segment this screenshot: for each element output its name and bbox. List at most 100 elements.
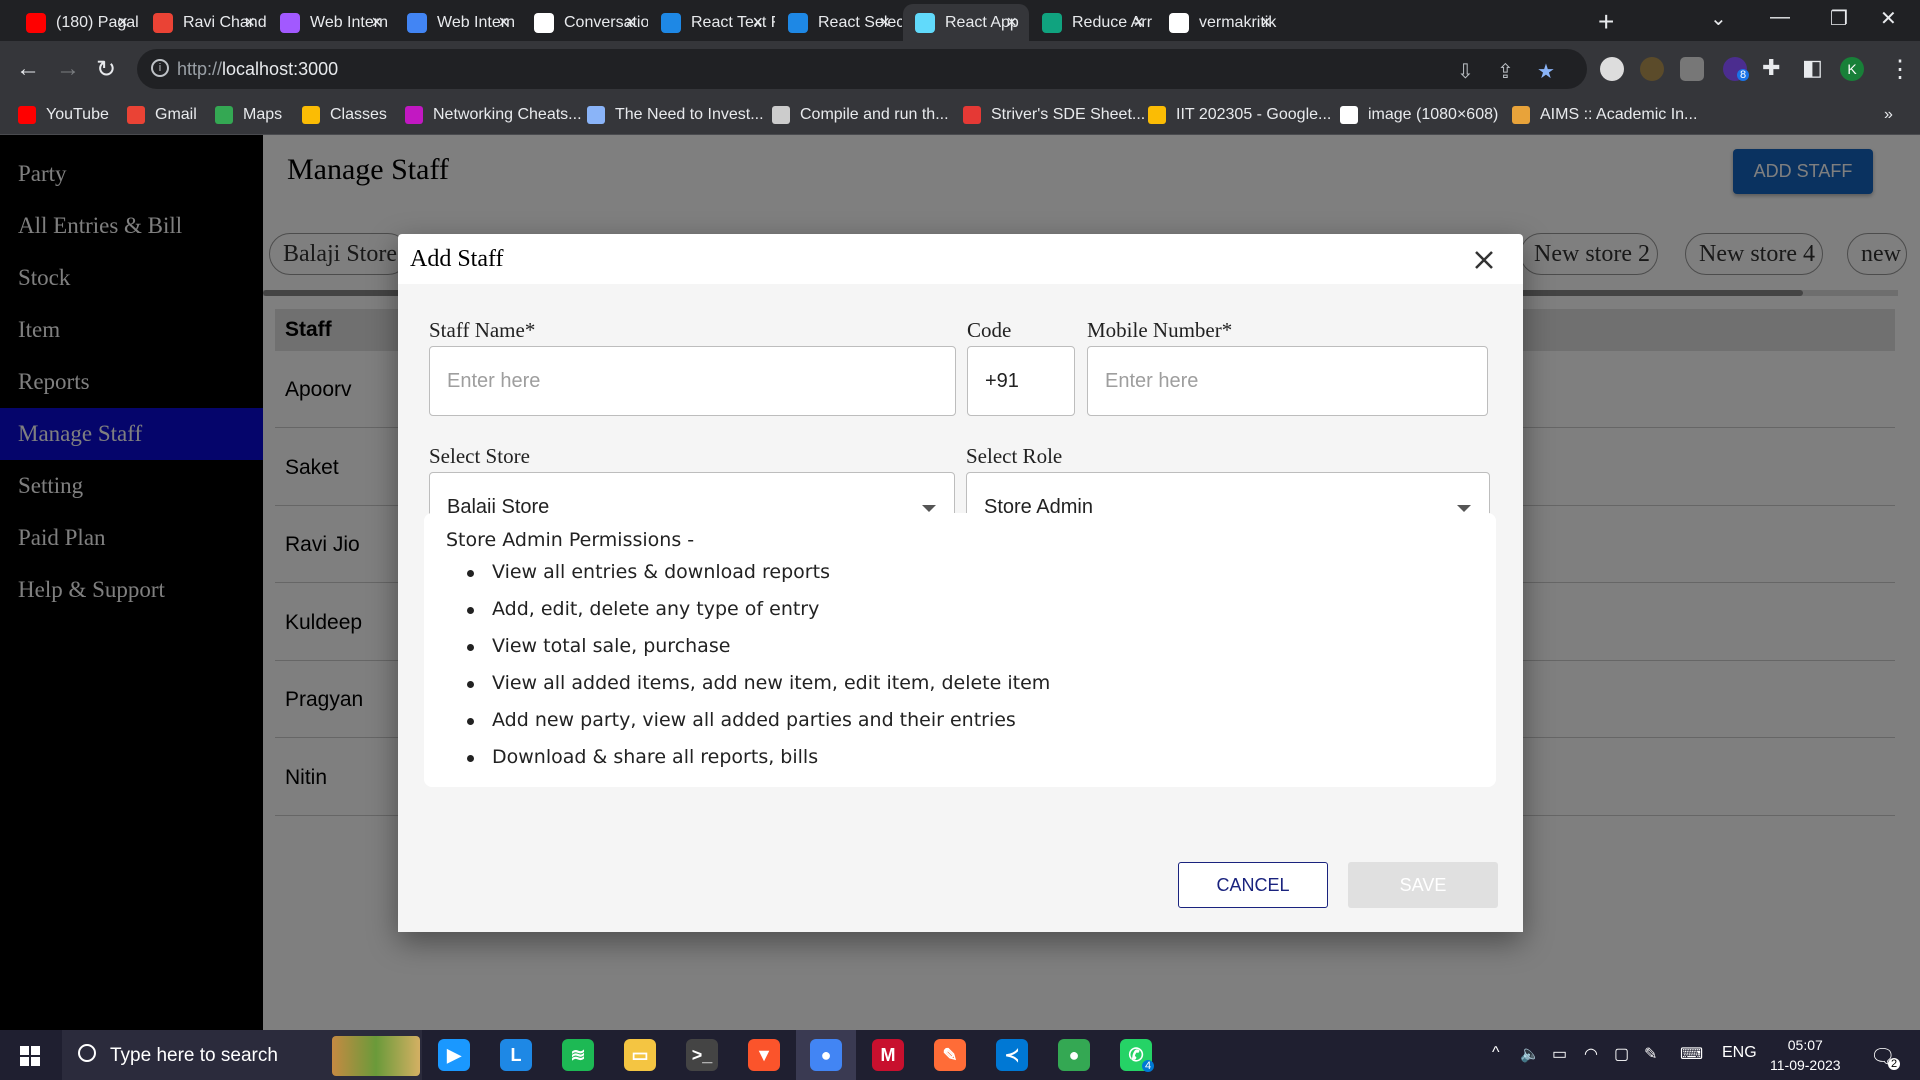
file-explorer-icon[interactable]: ▭ bbox=[624, 1039, 656, 1071]
bullet-icon bbox=[467, 607, 474, 614]
bookmark-item[interactable]: Gmail bbox=[127, 106, 197, 124]
cancel-button[interactable]: CANCEL bbox=[1178, 862, 1328, 908]
browser-tab[interactable]: (180) Pagal × bbox=[14, 4, 140, 41]
battery-icon[interactable]: ▭ bbox=[1552, 1044, 1567, 1064]
select-role-label: Select Role bbox=[966, 444, 1063, 468]
clock-time: 05:07 bbox=[1787, 1037, 1823, 1053]
volume-icon[interactable]: 🔈 bbox=[1520, 1044, 1540, 1064]
extension-icon[interactable] bbox=[1600, 57, 1624, 81]
address-bar[interactable]: i http://localhost:3000 ⇩ ⇪ ★ bbox=[137, 49, 1587, 89]
bookmark-item[interactable]: IIT 202305 - Google... bbox=[1148, 106, 1331, 124]
close-icon[interactable]: × bbox=[879, 13, 890, 31]
close-icon[interactable]: × bbox=[1133, 13, 1144, 31]
extensions-puzzle-icon[interactable]: ✚ bbox=[1762, 55, 1780, 81]
browser-tab[interactable]: Ravi Chand × bbox=[141, 4, 267, 41]
back-icon[interactable]: ← bbox=[16, 55, 40, 83]
bookmark-item[interactable]: The Need to Invest... bbox=[587, 106, 764, 124]
close-icon[interactable]: × bbox=[371, 13, 382, 31]
google-docs-icon bbox=[407, 12, 427, 33]
bookmark-item[interactable]: image (1080×608) bbox=[1340, 106, 1498, 124]
bookmark-item[interactable]: Networking Cheats... bbox=[405, 106, 582, 124]
browser-tab[interactable]: React Selec × bbox=[776, 4, 902, 41]
browser-tab-bar: (180) Pagal × Ravi Chand × Web Intern × Web In… bbox=[0, 0, 1920, 41]
vscode-icon[interactable]: ≺ bbox=[996, 1039, 1028, 1071]
bookmark-star-icon[interactable]: ★ bbox=[1537, 59, 1555, 84]
share-icon[interactable]: ⇪ bbox=[1497, 59, 1514, 84]
bullet-icon bbox=[467, 570, 474, 577]
pen-icon[interactable]: ✎ bbox=[1644, 1044, 1657, 1064]
mobile-number-input[interactable]: Enter here bbox=[1087, 346, 1488, 416]
bookmark-label: Gmail bbox=[155, 106, 197, 123]
bookmark-item[interactable]: Maps bbox=[215, 106, 282, 124]
bookmark-favicon-icon bbox=[127, 106, 145, 124]
chevron-down-icon bbox=[1457, 505, 1471, 512]
windows-start-icon[interactable] bbox=[20, 1046, 40, 1066]
profile-avatar[interactable]: K bbox=[1840, 57, 1864, 81]
bookmark-item[interactable]: AIMS :: Academic In... bbox=[1512, 106, 1697, 124]
bookmark-item[interactable]: Classes bbox=[302, 106, 387, 124]
notification-badge: 2 bbox=[1888, 1058, 1901, 1070]
extension-icon[interactable] bbox=[1640, 57, 1664, 81]
site-info-icon[interactable]: i bbox=[151, 59, 169, 77]
browser-tab[interactable]: Reduce Arr × bbox=[1030, 4, 1156, 41]
close-icon[interactable]: × bbox=[752, 13, 763, 31]
extension-icon[interactable] bbox=[1680, 57, 1704, 81]
meet-now-icon[interactable]: ▢ bbox=[1614, 1044, 1629, 1064]
close-icon[interactable]: × bbox=[625, 13, 636, 31]
close-icon[interactable]: × bbox=[244, 13, 255, 31]
browser-tab[interactable]: React Text F × bbox=[649, 4, 775, 41]
taskbar-clock[interactable]: 05:07 11-09-2023 bbox=[1770, 1035, 1841, 1075]
react-icon bbox=[915, 12, 935, 33]
show-hidden-icons-icon[interactable]: ^ bbox=[1492, 1044, 1500, 1062]
close-icon[interactable]: × bbox=[498, 13, 509, 31]
tab-list-icon[interactable]: ⌄ bbox=[1710, 6, 1727, 31]
touch-keyboard-icon[interactable]: ⌨ bbox=[1680, 1044, 1703, 1064]
terminal-icon[interactable]: >_ bbox=[686, 1039, 718, 1071]
chrome-icon[interactable]: ● bbox=[810, 1039, 842, 1071]
minimize-icon[interactable]: — bbox=[1770, 6, 1790, 29]
save-button[interactable]: SAVE bbox=[1348, 862, 1498, 908]
l-app-icon[interactable]: L bbox=[500, 1039, 532, 1071]
language-indicator[interactable]: ENG bbox=[1722, 1044, 1757, 1062]
browser-tab[interactable]: vermakritik × bbox=[1157, 4, 1283, 41]
reload-icon[interactable]: ↻ bbox=[96, 55, 116, 84]
side-panel-icon[interactable]: ◧ bbox=[1802, 55, 1823, 81]
close-icon[interactable]: × bbox=[1260, 13, 1271, 31]
bookmark-item[interactable]: YouTube bbox=[18, 106, 109, 124]
extension-icon[interactable]: 8 bbox=[1723, 57, 1750, 81]
browser-tab[interactable]: Web Intern × bbox=[395, 4, 521, 41]
new-tab-icon[interactable]: + bbox=[1598, 6, 1614, 38]
postman-icon[interactable]: ✎ bbox=[934, 1039, 966, 1071]
bookmark-item[interactable]: Striver's SDE Sheet... bbox=[963, 106, 1145, 124]
country-code-input[interactable]: +91 bbox=[967, 346, 1075, 416]
prime-video-icon[interactable]: ▶ bbox=[438, 1039, 470, 1071]
dialog-body: Staff Name* Enter here Code +91 Mobile N… bbox=[398, 284, 1523, 932]
close-icon[interactable] bbox=[1470, 246, 1498, 274]
spotify-icon[interactable]: ≋ bbox=[562, 1039, 594, 1071]
install-app-icon[interactable]: ⇩ bbox=[1457, 59, 1474, 84]
chrome-profile-icon[interactable]: ● bbox=[1058, 1039, 1090, 1071]
restore-icon[interactable]: ❐ bbox=[1830, 6, 1848, 31]
close-window-icon[interactable]: ✕ bbox=[1880, 6, 1897, 31]
add-staff-dialog: Add Staff Staff Name* Enter here Code +9… bbox=[398, 234, 1523, 932]
brave-icon[interactable]: ▼ bbox=[748, 1039, 780, 1071]
permissions-panel: Store Admin Permissions - View all entri… bbox=[424, 513, 1496, 787]
forward-icon[interactable]: → bbox=[56, 55, 80, 83]
taskbar-search[interactable]: Type here to search bbox=[62, 1030, 422, 1080]
browser-tab[interactable]: Web Intern × bbox=[268, 4, 394, 41]
url-text[interactable]: http://localhost:3000 bbox=[177, 59, 338, 80]
browser-menu-icon[interactable]: ⋮ bbox=[1888, 55, 1912, 84]
browser-tab[interactable]: Conversatio × bbox=[522, 4, 648, 41]
bookmark-label: image (1080×608) bbox=[1368, 106, 1499, 123]
bookmark-item[interactable]: Compile and run th... bbox=[772, 106, 949, 124]
browser-tab[interactable]: React App × bbox=[903, 4, 1029, 41]
wifi-icon[interactable]: ◠ bbox=[1584, 1044, 1598, 1064]
bookmark-label: Networking Cheats... bbox=[433, 106, 582, 123]
more-bookmarks-icon[interactable]: » bbox=[1884, 106, 1893, 124]
bookmark-label: Compile and run th... bbox=[800, 106, 949, 123]
bookmark-label: The Need to Invest... bbox=[615, 106, 764, 123]
close-icon[interactable]: × bbox=[117, 13, 128, 31]
staff-name-input[interactable]: Enter here bbox=[429, 346, 956, 416]
mcafee-icon[interactable]: M bbox=[872, 1039, 904, 1071]
close-icon[interactable]: × bbox=[1006, 13, 1017, 31]
